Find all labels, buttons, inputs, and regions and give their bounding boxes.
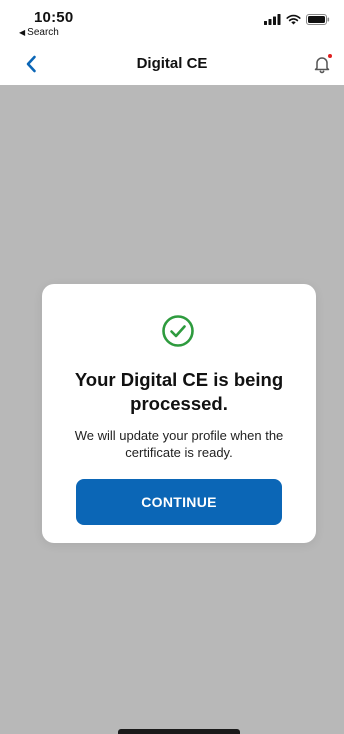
dialog-message: We will update your profile when the cer… bbox=[74, 428, 284, 460]
back-to-app-link[interactable]: ◀ Search bbox=[19, 27, 59, 38]
home-indicator[interactable] bbox=[118, 729, 240, 734]
screen: 10:50 ◀ Search Digital CE Your Digital C… bbox=[0, 0, 344, 734]
continue-button[interactable]: CONTINUE bbox=[76, 479, 282, 525]
signal-icon bbox=[264, 14, 281, 25]
notification-dot bbox=[328, 54, 332, 58]
status-icons bbox=[264, 14, 330, 25]
back-triangle-icon: ◀ bbox=[19, 28, 26, 37]
back-to-app-label: Search bbox=[27, 27, 59, 38]
notifications-button[interactable] bbox=[310, 52, 334, 76]
page-title: Digital CE bbox=[136, 55, 208, 72]
dialog-title: Your Digital CE is being processed. bbox=[74, 369, 284, 414]
status-bar: 10:50 ◀ Search bbox=[0, 0, 344, 44]
check-circle-icon bbox=[162, 315, 194, 347]
processing-dialog: Your Digital CE is being processed. We w… bbox=[42, 284, 316, 543]
status-time: 10:50 bbox=[34, 9, 74, 26]
nav-bar: Digital CE bbox=[0, 44, 344, 85]
battery-icon bbox=[306, 14, 330, 25]
wifi-icon bbox=[286, 14, 301, 25]
